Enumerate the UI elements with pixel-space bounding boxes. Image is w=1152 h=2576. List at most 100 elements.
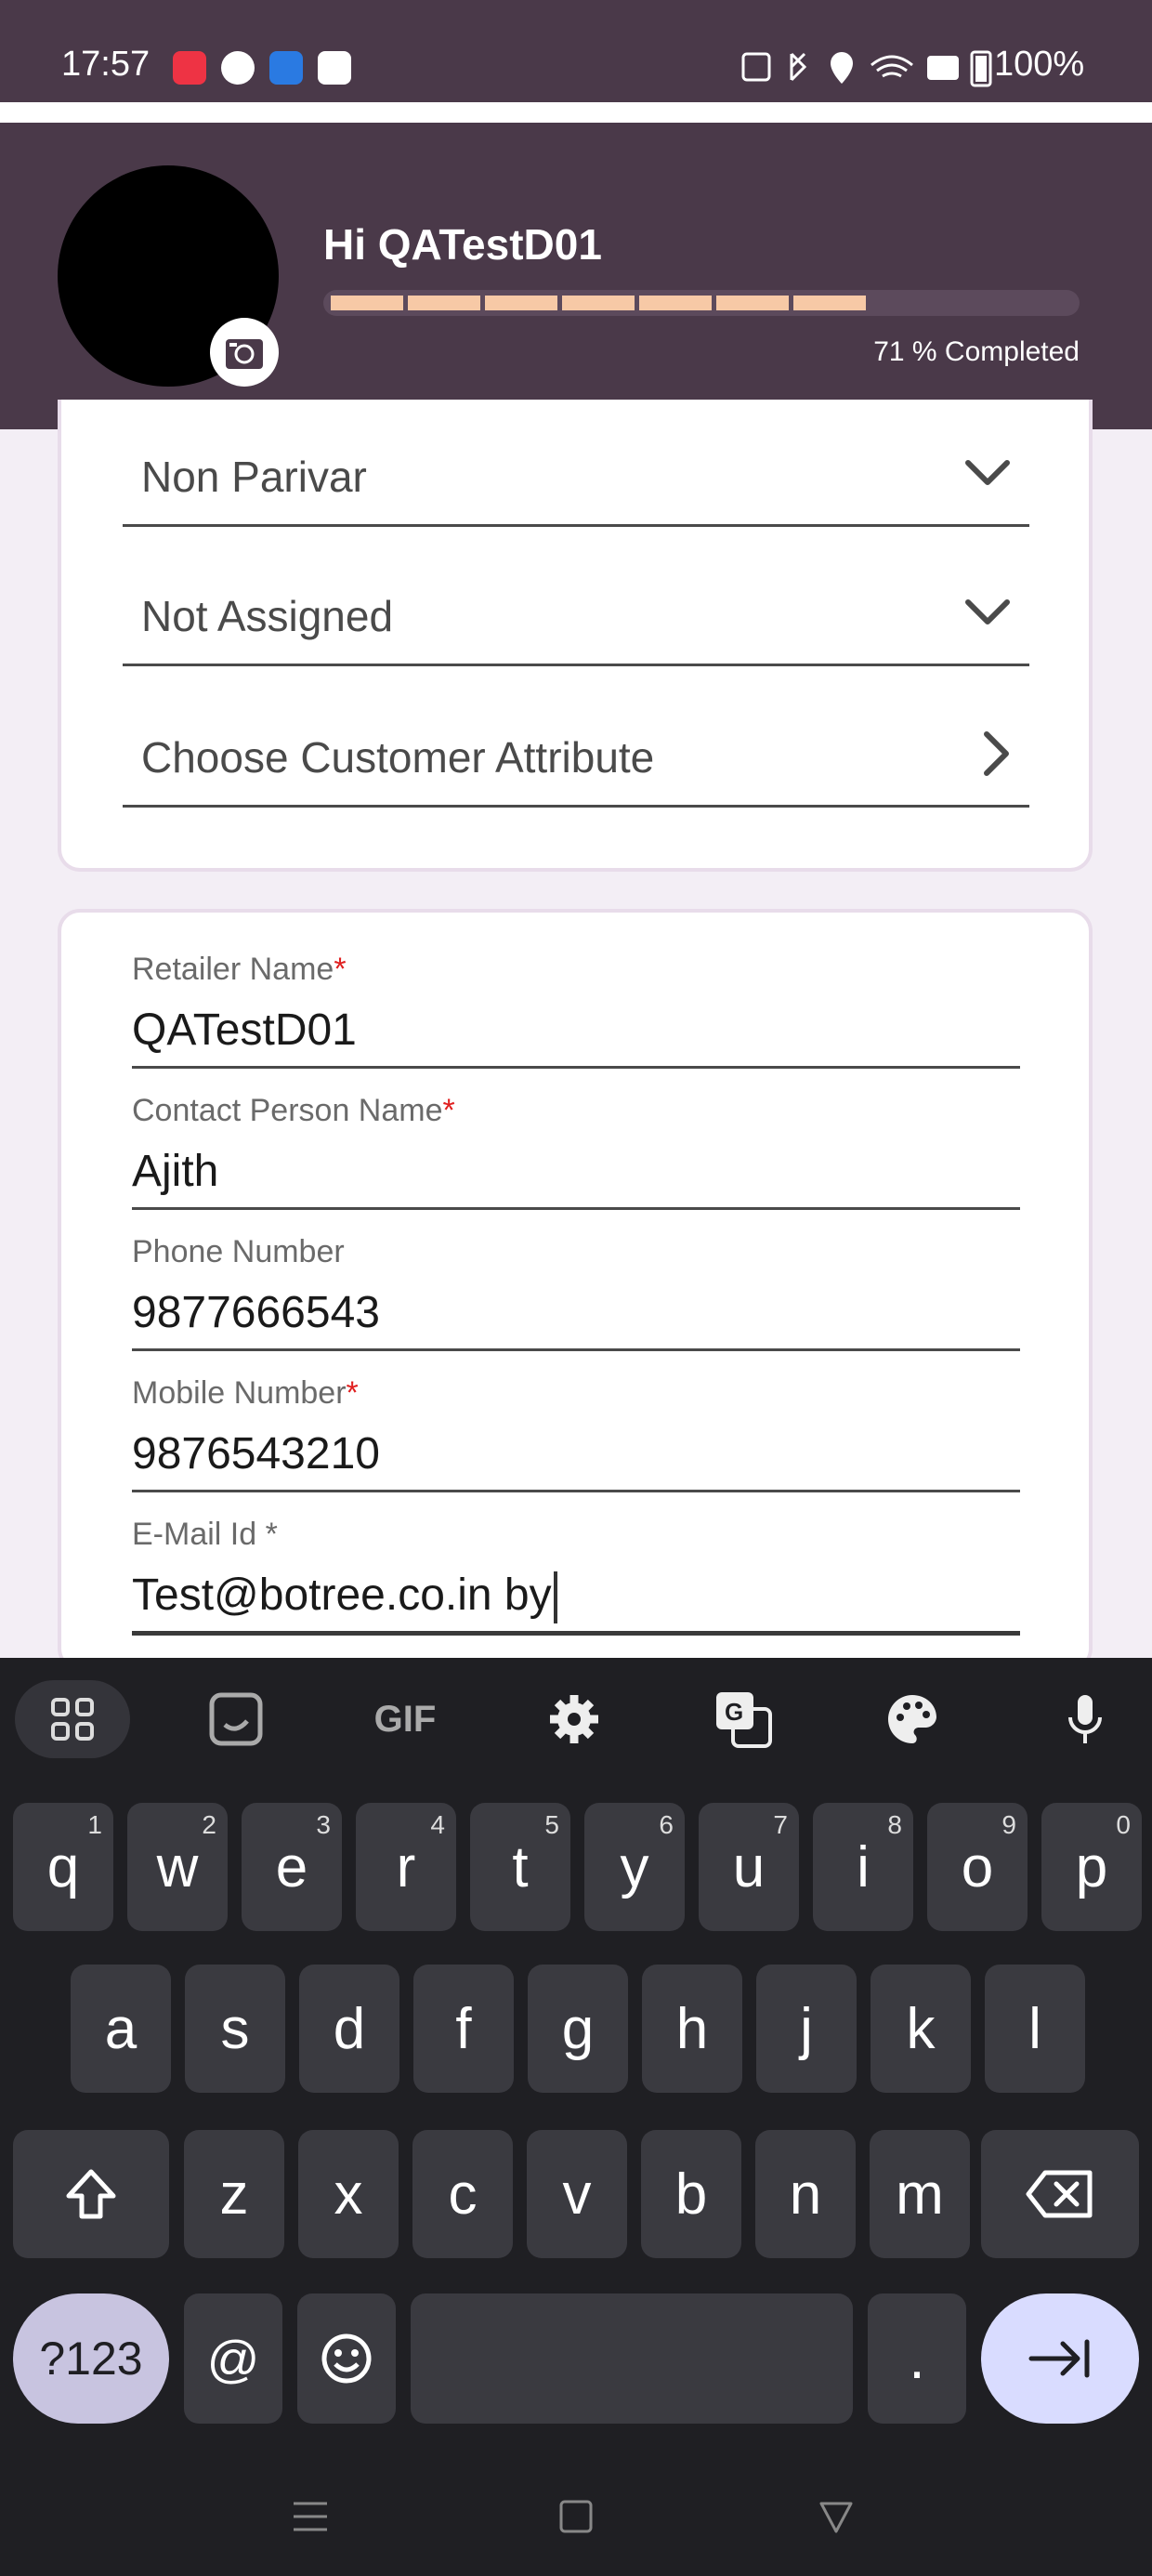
dropdown-assignment[interactable]: Not Assigned	[123, 561, 1029, 666]
key-n[interactable]: n	[755, 2130, 856, 2258]
key-p[interactable]: p0	[1041, 1803, 1142, 1931]
key-q[interactable]: q1	[13, 1803, 113, 1931]
key-label: j	[800, 1996, 813, 2061]
key-e[interactable]: e3	[242, 1803, 342, 1931]
key-label: i	[857, 1834, 870, 1899]
battery-percent: 100%	[994, 45, 1085, 84]
gear-icon	[550, 1695, 598, 1743]
at-key[interactable]: @	[184, 2293, 282, 2424]
notification-app-icon	[269, 51, 303, 85]
chevron-down-icon	[965, 599, 1010, 624]
divider	[0, 102, 1152, 123]
key-label: g	[561, 1996, 595, 2061]
mobile-number-field[interactable]: Mobile Number* 9876543210	[132, 1375, 1020, 1492]
period-key[interactable]: .	[868, 2293, 966, 2424]
progress-segment	[639, 296, 712, 310]
mobile-number-input[interactable]: 9876543210	[132, 1426, 1020, 1492]
phone-number-field[interactable]: Phone Number 9877666543	[132, 1234, 1020, 1351]
svg-text:G: G	[725, 1698, 743, 1726]
key-y[interactable]: y6	[584, 1803, 685, 1931]
progress-segment	[716, 296, 789, 310]
apps-grid-button[interactable]	[15, 1680, 130, 1758]
key-label: q	[46, 1834, 80, 1899]
key-v[interactable]: v	[527, 2130, 627, 2258]
dropdown-label: Non Parivar	[141, 453, 367, 501]
soft-keyboard	[0, 1658, 1152, 2576]
retailer-name-input[interactable]: QATestD01	[132, 1003, 1020, 1069]
key-label: y	[620, 1834, 649, 1899]
sticker-button[interactable]	[178, 1680, 294, 1758]
contact-person-field[interactable]: Contact Person Name* Ajith	[132, 1093, 1020, 1210]
dropdown-parivar[interactable]: Non Parivar	[123, 422, 1029, 527]
symbols-key[interactable]: ?123	[13, 2293, 169, 2424]
tab-next-icon	[1028, 2339, 1090, 2378]
key-j[interactable]: j	[756, 1965, 857, 2093]
email-field[interactable]: E-Mail Id * Test@botree.co.in by	[132, 1517, 1020, 1636]
key-l[interactable]: l	[985, 1965, 1085, 2093]
key-z[interactable]: z	[184, 2130, 284, 2258]
key-k[interactable]: k	[871, 1965, 971, 2093]
email-input[interactable]: Test@botree.co.in by	[132, 1568, 1020, 1636]
key-label: h	[675, 1996, 709, 2061]
recents-icon[interactable]	[290, 2498, 331, 2535]
key-label: w	[156, 1834, 199, 1899]
key-d[interactable]: d	[299, 1965, 399, 2093]
emoji-key[interactable]	[297, 2293, 396, 2424]
progress-segment	[793, 296, 866, 310]
key-h[interactable]: h	[642, 1965, 742, 2093]
key-hint: 3	[316, 1810, 331, 1839]
gif-button[interactable]: GIF	[347, 1680, 463, 1758]
retailer-name-field[interactable]: Retailer Name* QATestD01	[132, 952, 1020, 1069]
key-r[interactable]: r4	[356, 1803, 456, 1931]
phone-number-input[interactable]: 9877666543	[132, 1285, 1020, 1351]
theme-button[interactable]	[855, 1680, 970, 1758]
contact-person-input[interactable]: Ajith	[132, 1144, 1020, 1210]
key-i[interactable]: i8	[813, 1803, 913, 1931]
customer-attribute-selector[interactable]: Choose Customer Attribute	[123, 703, 1029, 808]
dropdown-label: Choose Customer Attribute	[141, 733, 655, 782]
notification-app-icon	[318, 51, 351, 85]
voice-input-button[interactable]	[1028, 1680, 1143, 1758]
key-w[interactable]: w2	[127, 1803, 228, 1931]
back-icon[interactable]	[818, 2498, 855, 2535]
key-u[interactable]: u7	[699, 1803, 799, 1931]
progress-segment	[562, 296, 635, 310]
translate-icon: G	[716, 1692, 772, 1748]
field-label: E-Mail Id *	[132, 1517, 278, 1552]
key-g[interactable]: g	[528, 1965, 628, 2093]
key-hint: 5	[544, 1810, 559, 1839]
key-label: f	[455, 1996, 472, 2061]
camera-button[interactable]	[210, 318, 279, 387]
field-label: Phone Number	[132, 1234, 345, 1269]
key-x[interactable]: x	[298, 2130, 399, 2258]
key-label: p	[1075, 1834, 1108, 1899]
greeting-title: Hi QATestD01	[323, 220, 602, 269]
backspace-icon	[1026, 2170, 1093, 2218]
camera-icon	[226, 339, 263, 369]
key-label: s	[220, 1996, 250, 2061]
next-field-key[interactable]	[981, 2293, 1139, 2424]
key-hint: 2	[202, 1810, 216, 1839]
field-label: Contact Person Name*	[132, 1093, 455, 1128]
progress-label: 71 % Completed	[873, 336, 1080, 367]
backspace-key[interactable]	[981, 2130, 1139, 2258]
key-c[interactable]: c	[412, 2130, 513, 2258]
shift-key[interactable]	[13, 2130, 169, 2258]
key-b[interactable]: b	[641, 2130, 741, 2258]
space-key[interactable]	[411, 2293, 853, 2424]
settings-button[interactable]	[517, 1680, 632, 1758]
key-hint: 8	[887, 1810, 902, 1839]
key-hint: 7	[773, 1810, 788, 1839]
key-t[interactable]: t5	[470, 1803, 570, 1931]
translate-button[interactable]: G	[686, 1680, 801, 1758]
key-f[interactable]: f	[413, 1965, 514, 2093]
key-o[interactable]: o9	[927, 1803, 1028, 1931]
chevron-right-icon	[984, 731, 1009, 776]
key-s[interactable]: s	[185, 1965, 285, 2093]
key-m[interactable]: m	[870, 2130, 970, 2258]
home-icon[interactable]	[557, 2498, 595, 2535]
key-a[interactable]: a	[71, 1965, 171, 2093]
key-hint: 9	[1001, 1810, 1016, 1839]
status-icons	[741, 52, 959, 84]
battery-icon	[970, 50, 992, 87]
